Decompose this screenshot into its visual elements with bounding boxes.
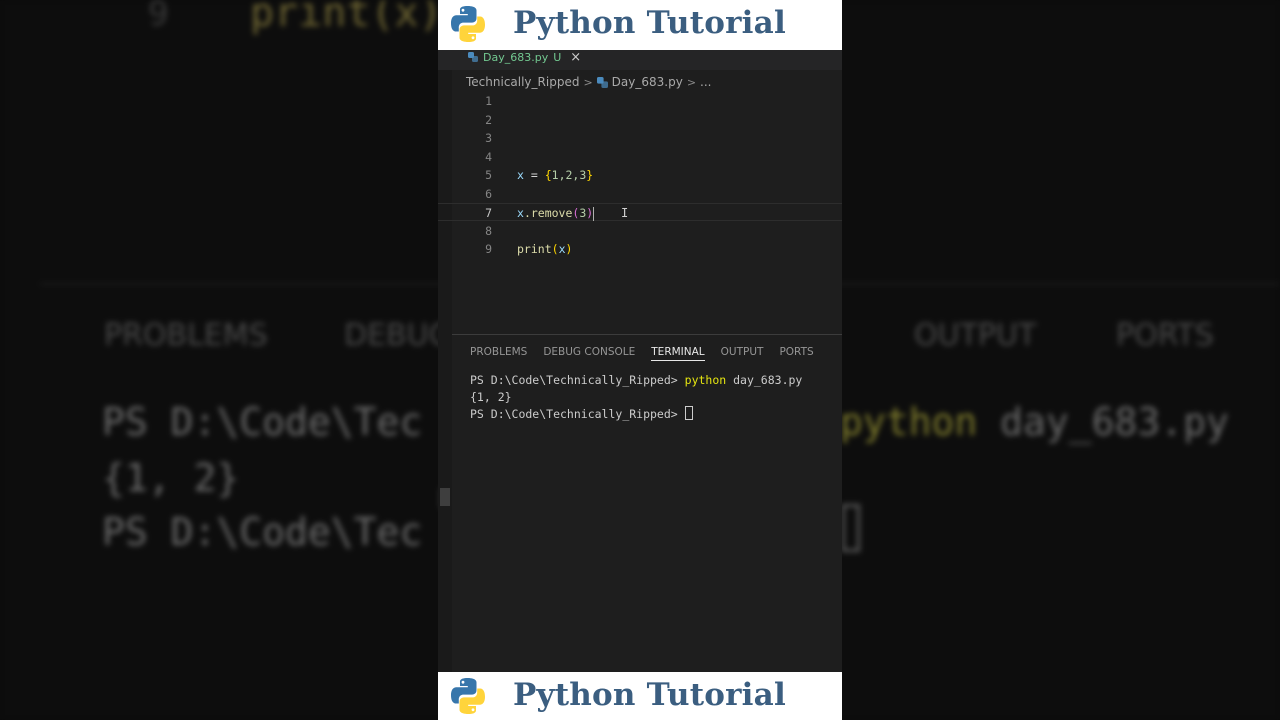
terminal-prompt: PS D:\Code\Technically_Ripped>: [470, 373, 685, 387]
editor-tab-label: Day_683.py: [483, 50, 549, 64]
bg-terminal-line-2: {1, 2}: [102, 456, 240, 500]
terminal-cursor: [684, 406, 693, 420]
ibeam-cursor-icon: I: [621, 206, 629, 220]
token-variable: x: [517, 168, 524, 182]
bg-terminal-arg: day_683.py: [977, 400, 1229, 444]
banner-title: Python Tutorial: [513, 5, 786, 41]
code-line: 4: [438, 148, 842, 166]
token-function: print: [517, 242, 552, 256]
top-banner: Python Tutorial: [438, 0, 842, 50]
breadcrumb-folder[interactable]: Technically_Ripped: [466, 75, 579, 89]
code-line: 3: [438, 129, 842, 147]
python-file-icon: [468, 52, 478, 62]
breadcrumb-file[interactable]: Day_683.py: [612, 75, 683, 89]
tab-ports[interactable]: PORTS: [779, 345, 813, 361]
line-number: 4: [485, 149, 492, 164]
terminal-prompt: PS D:\Code\Technically_Ripped>: [470, 407, 685, 421]
token-method: .remove: [523, 206, 573, 220]
text-caret: [593, 206, 595, 221]
bg-terminal-line-3: PS D:\Code\Tec: [102, 510, 423, 554]
bg-terminal-cursor: [842, 504, 860, 552]
bg-terminal-keyword: python: [840, 400, 978, 444]
scroll-thumb[interactable]: [440, 488, 450, 506]
terminal-command-keyword: python: [684, 373, 727, 387]
token-paren: (: [551, 242, 559, 256]
line-number: 1: [485, 94, 492, 108]
bg-terminal-command: python day_683.py: [840, 400, 1229, 444]
terminal-line: PS D:\Code\Technically_Ripped> python da…: [470, 372, 802, 389]
banner-title: Python Tutorial: [513, 677, 786, 713]
breadcrumb: Technically_Ripped > Day_683.py > ...: [466, 74, 711, 90]
token-paren: ): [565, 242, 573, 256]
chevron-right-icon: >: [583, 75, 593, 89]
terminal[interactable]: PS D:\Code\Technically_Ripped> python da…: [470, 372, 802, 423]
bg-terminal-line-1: PS D:\Code\Tec: [102, 400, 423, 444]
code-line: 5 x = {1,2,3}: [438, 166, 842, 184]
token-operator: =: [523, 168, 545, 182]
python-file-icon: [596, 76, 608, 88]
token-paren: ): [586, 206, 594, 220]
bottom-banner: Python Tutorial: [438, 672, 842, 720]
line-number: 9: [485, 242, 492, 256]
untracked-badge: U: [553, 50, 562, 64]
line-number: 6: [485, 186, 492, 201]
token-variable: x: [558, 242, 566, 256]
terminal-command-arg: day_683.py: [726, 373, 803, 387]
tab-debug-console[interactable]: DEBUG CONSOLE: [543, 345, 635, 361]
video-column: Day_683.py U × Technically_Ripped > Day_…: [438, 0, 842, 720]
code-text: x = {1,2,3}: [517, 166, 593, 184]
token-numbers: 1,2,3: [551, 168, 587, 182]
code-line: 9 print(x): [438, 240, 842, 258]
bg-tab-debug: DEBUG: [344, 318, 452, 353]
bg-tab-problems: PROBLEMS: [104, 318, 268, 353]
token-variable: x: [517, 206, 524, 220]
bg-tab-output: OUTPUT: [914, 318, 1037, 353]
python-logo-icon: [451, 6, 485, 42]
line-number: 2: [485, 112, 492, 127]
bg-tab-ports: PORTS: [1116, 318, 1214, 353]
code-line-current: 7 x.remove(3) I: [438, 203, 842, 221]
token-brace: }: [586, 168, 594, 182]
terminal-line: PS D:\Code\Technically_Ripped>: [470, 406, 802, 423]
panel-divider[interactable]: [452, 334, 842, 335]
tab-terminal[interactable]: TERMINAL: [651, 345, 705, 361]
code-text: x.remove(3): [517, 204, 595, 222]
code-editor[interactable]: 1 2 3 4 5 x = {1,2,3} 6 7 x.remove(3) I …: [438, 92, 842, 332]
panel-tab-bar: PROBLEMS DEBUG CONSOLE TERMINAL OUTPUT P…: [470, 345, 830, 361]
line-number: 8: [485, 223, 492, 238]
breadcrumb-more[interactable]: ...: [700, 75, 711, 89]
tab-output[interactable]: OUTPUT: [721, 345, 764, 361]
terminal-output: {1, 2}: [470, 390, 512, 404]
chevron-right-icon: >: [686, 75, 697, 89]
token-brace: {: [544, 168, 552, 182]
close-icon[interactable]: ×: [570, 50, 581, 65]
code-line: 6: [438, 185, 842, 203]
tab-problems[interactable]: PROBLEMS: [470, 345, 527, 361]
code-text: print(x): [517, 240, 572, 258]
bg-code-line: print(x): [250, 0, 443, 36]
line-number: 7: [485, 206, 492, 220]
code-line: 8: [438, 222, 842, 240]
code-line: 1: [438, 92, 842, 110]
line-number: 3: [485, 131, 492, 145]
bg-line-number: 9: [148, 0, 169, 34]
python-logo-icon: [451, 678, 485, 714]
line-number: 5: [485, 168, 492, 182]
code-line: 2: [438, 111, 842, 129]
